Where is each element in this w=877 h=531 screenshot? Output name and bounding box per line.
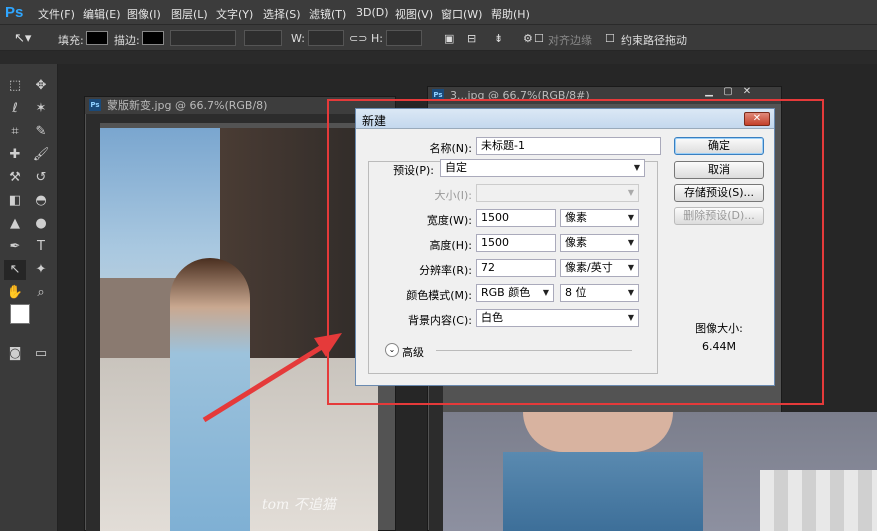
- background-dropdown[interactable]: 白色 ▼: [476, 309, 639, 327]
- resolution-label: 分辨率(R):: [419, 264, 472, 277]
- color-mode-label: 颜色模式(M):: [406, 289, 472, 302]
- bit-depth-dropdown[interactable]: 8 位 ▼: [560, 284, 639, 302]
- delete-preset-button: 删除预设(D)...: [674, 207, 764, 225]
- new-document-dialog: 新建 ✕ 名称(N): 未标题-1 预设(P): 自定 ▼ 大小(I): ▼ 宽度…: [355, 108, 775, 386]
- chevron-down-icon: ▼: [627, 313, 634, 322]
- height-label: 高度(H):: [429, 239, 472, 252]
- cancel-button[interactable]: 取消: [674, 161, 764, 179]
- preset-label: 预设(P):: [370, 162, 436, 178]
- background-value: 白色: [481, 311, 503, 324]
- chevron-down-icon: ▼: [542, 288, 549, 297]
- chevron-down-icon: ▼: [627, 238, 634, 247]
- bit-depth-value: 8 位: [565, 286, 587, 299]
- save-preset-button[interactable]: 存储预设(S)...: [674, 184, 764, 202]
- image-size-label: 图像大小:: [695, 322, 743, 335]
- chevron-down-icon: ▼: [633, 163, 640, 172]
- dialog-titlebar: 新建 ✕: [356, 109, 774, 129]
- chevron-down-icon: ▼: [627, 263, 634, 272]
- resolution-unit-dropdown[interactable]: 像素/英寸 ▼: [560, 259, 639, 277]
- height-input[interactable]: 1500: [476, 234, 556, 252]
- ok-button[interactable]: 确定: [674, 137, 764, 155]
- advanced-label[interactable]: 高级: [402, 344, 424, 360]
- chevron-down-icon: ▼: [627, 288, 634, 297]
- width-input[interactable]: 1500: [476, 209, 556, 227]
- chevron-down-icon: ▼: [627, 213, 634, 222]
- background-label: 背景内容(C):: [408, 314, 472, 327]
- preset-value: 自定: [445, 161, 467, 174]
- advanced-divider: [436, 350, 632, 351]
- name-label: 名称(N):: [429, 142, 472, 155]
- color-mode-value: RGB 颜色: [481, 286, 531, 299]
- preset-dropdown[interactable]: 自定 ▼: [440, 159, 645, 177]
- height-unit-dropdown[interactable]: 像素 ▼: [560, 234, 639, 252]
- dialog-title: 新建: [362, 114, 387, 128]
- width-unit-value: 像素: [565, 211, 587, 224]
- width-unit-dropdown[interactable]: 像素 ▼: [560, 209, 639, 227]
- dialog-close-button[interactable]: ✕: [744, 112, 770, 126]
- image-size-value: 6.44M: [702, 340, 736, 353]
- expand-advanced-icon[interactable]: ⌄: [385, 343, 399, 357]
- chevron-down-icon: ▼: [627, 188, 634, 197]
- height-unit-value: 像素: [565, 236, 587, 249]
- resolution-input[interactable]: 72: [476, 259, 556, 277]
- size-dropdown: ▼: [476, 184, 639, 202]
- resolution-unit-value: 像素/英寸: [565, 261, 613, 274]
- size-label: 大小(I):: [434, 189, 472, 202]
- color-mode-dropdown[interactable]: RGB 颜色 ▼: [476, 284, 554, 302]
- width-label: 宽度(W):: [426, 214, 472, 227]
- name-input[interactable]: 未标题-1: [476, 137, 661, 155]
